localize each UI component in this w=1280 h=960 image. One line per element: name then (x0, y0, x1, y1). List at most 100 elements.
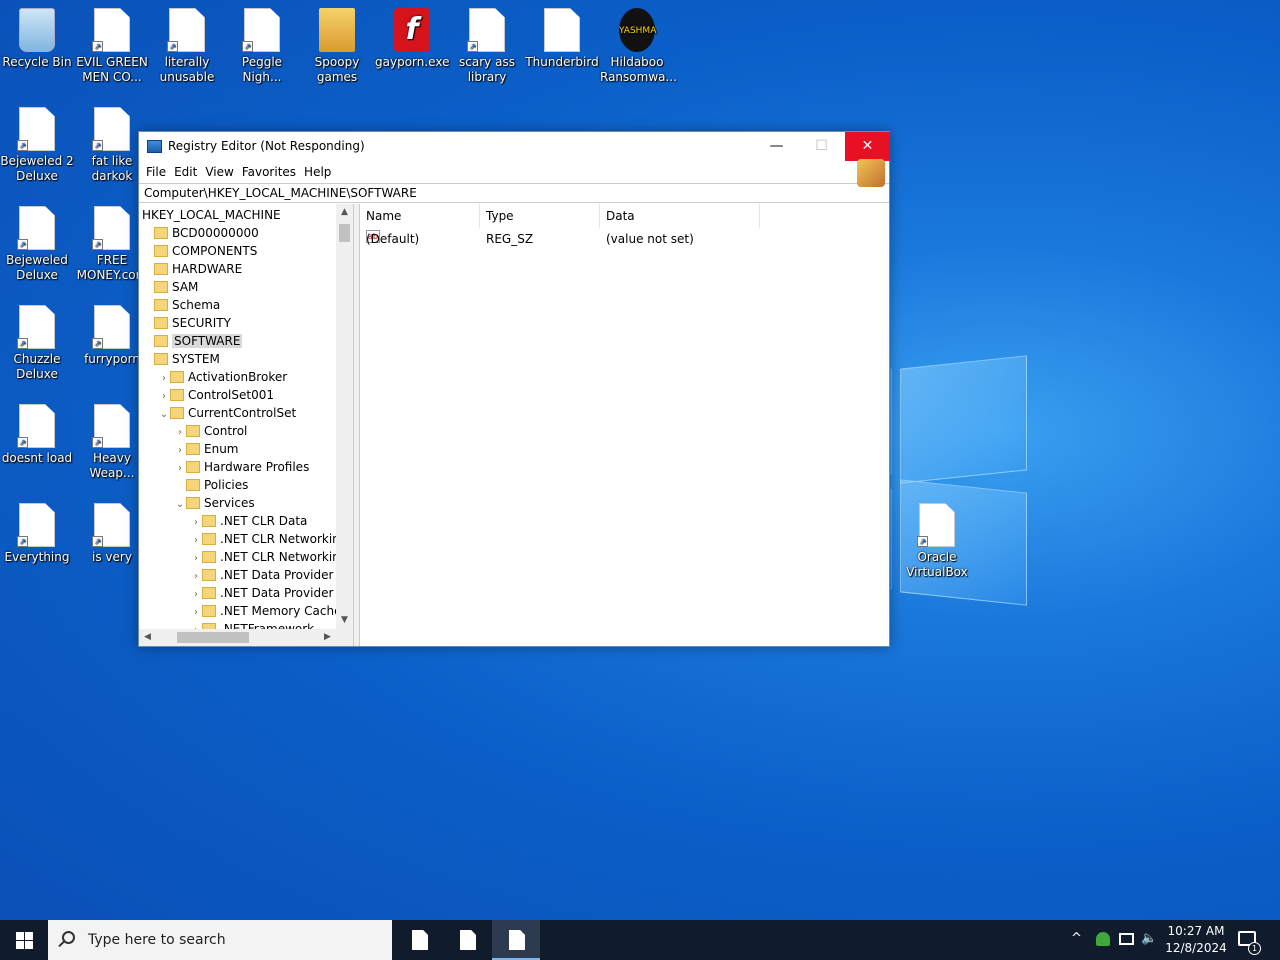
tree-node[interactable]: ⌄ Services (174, 494, 255, 512)
address-bar[interactable]: Computer\HKEY_LOCAL_MACHINE\SOFTWARE (139, 183, 889, 203)
tree-node[interactable]: HARDWARE (142, 260, 242, 278)
minimize-button[interactable]: — (754, 132, 799, 161)
desktop-icon-label: literally unusable (159, 55, 215, 84)
tree-node[interactable]: ⌄ CurrentControlSet (158, 404, 296, 422)
tree-node[interactable]: HKEY_LOCAL_MACHINE (142, 206, 281, 224)
tree-node-label: .NET Data Provider for O (220, 568, 354, 582)
title-bar[interactable]: Registry Editor (Not Responding) — ☐ ✕ (139, 132, 890, 161)
desktop-icon[interactable]: Spoopy games (300, 8, 374, 85)
folder-icon (154, 317, 168, 329)
folder-icon (154, 299, 168, 311)
tree-node[interactable]: COMPONENTS (142, 242, 257, 260)
tree-node-label: .NET CLR Networking (220, 532, 348, 546)
desktop-icon[interactable]: ↗ Chuzzle Deluxe (0, 305, 74, 382)
tree-node[interactable]: › .NET Data Provider for O (190, 566, 354, 584)
tree-node[interactable]: › .NET CLR Networking (190, 530, 347, 548)
desktop-icon[interactable]: ↗ Peggle Nigh... (225, 8, 299, 85)
tree-node[interactable]: › .NET Memory Cache 4.0 (190, 602, 353, 620)
tree-node-label: .NET CLR Networking 4.0 (220, 550, 353, 564)
desktop-icon-label: EVIL GREEN MEN CO... (76, 55, 148, 84)
tree-horizontal-scrollbar[interactable]: ◀ ▶ (139, 629, 353, 646)
tree-node[interactable]: › ControlSet001 (158, 386, 274, 404)
desktop-icon[interactable]: ↗ doesnt load (0, 404, 74, 466)
start-button[interactable] (0, 920, 48, 960)
tree-vertical-scrollbar[interactable]: ▲ ▼ (336, 204, 353, 629)
network-icon[interactable] (1119, 933, 1134, 945)
desktop-icon-label: doesnt load (1, 451, 73, 465)
maximize-button[interactable]: ☐ (799, 132, 844, 161)
tree-node[interactable]: › Enum (174, 440, 238, 458)
tree-node[interactable]: SECURITY (142, 314, 231, 332)
tree-node[interactable]: ›.NET Data Provider for Sc (190, 584, 353, 602)
menu-view[interactable]: View (204, 161, 240, 183)
folder-icon (202, 515, 216, 527)
tree-node[interactable]: › Control (174, 422, 247, 440)
user-status-icon[interactable] (1096, 932, 1110, 946)
desktop-icon[interactable]: ↗ literally unusable (150, 8, 224, 85)
windows-logo-icon (25, 941, 33, 949)
menu-file[interactable]: File (145, 161, 173, 183)
taskbar-app-document[interactable] (395, 920, 443, 960)
column-data[interactable]: Data (600, 204, 760, 228)
tree-node-label: SECURITY (172, 316, 231, 330)
column-name[interactable]: Name (360, 204, 480, 228)
tree-node[interactable]: ›.NET CLR Networking 4.0 (190, 548, 353, 566)
tree-node[interactable]: SYSTEM (142, 350, 220, 368)
tree-node-label: .NET Data Provider for Sc (220, 586, 353, 600)
tree-node[interactable]: SAM (142, 278, 198, 296)
scroll-thumb[interactable] (177, 632, 249, 643)
tree-node-label: SAM (172, 280, 199, 294)
tree-node[interactable]: Policies (174, 476, 248, 494)
desktop-icon[interactable]: ↗ Everything (0, 503, 74, 565)
scroll-left-icon[interactable]: ◀ (139, 629, 156, 646)
tree-node[interactable]: › .NET CLR Data (190, 512, 307, 530)
tree-node-label: Enum (204, 442, 239, 456)
taskbar-app-registry-editor[interactable] (492, 920, 540, 960)
tree-node-label: CurrentControlSet (188, 406, 297, 420)
expander-icon[interactable]: ⌄ (158, 406, 170, 424)
desktop-icon[interactable]: f gayporn.exe (375, 8, 449, 70)
volume-icon[interactable]: 🔈 (1141, 931, 1157, 960)
tree-node-label: Schema (172, 298, 221, 312)
values-list[interactable]: Name Type Data ab (Default) REG_SZ (value… (359, 204, 889, 646)
taskbar-app-document[interactable] (443, 920, 491, 960)
document-icon (412, 930, 428, 950)
desktop-icon[interactable]: YASHMA Hildaboo Ransomwa... (600, 8, 677, 85)
desktop-icon[interactable]: ↗ Bejeweled Deluxe (0, 206, 74, 283)
desktop-icon[interactable]: ↗ Oracle VirtualBox (900, 503, 974, 580)
scroll-down-icon[interactable]: ▼ (336, 612, 353, 629)
column-type[interactable]: Type (480, 204, 600, 228)
registry-editor-icon (147, 140, 162, 153)
menu-edit[interactable]: Edit (173, 161, 204, 183)
tree-node-label: COMPONENTS (172, 244, 258, 258)
folder-icon (154, 281, 168, 293)
shortcut-arrow-icon: ↗ (467, 41, 478, 52)
clock[interactable]: 10:27 AM 12/8/2024 (1165, 923, 1227, 957)
desktop-icon[interactable]: ↗ scary ass library (450, 8, 524, 85)
registry-editor-window[interactable]: Registry Editor (Not Responding) — ☐ ✕ F… (138, 131, 890, 647)
show-hidden-icons-icon[interactable]: ^ (1071, 931, 1082, 960)
expander-icon[interactable]: ⌄ (174, 496, 186, 514)
scroll-up-icon[interactable]: ▲ (336, 204, 353, 221)
tree-node[interactable]: SOFTWARE (142, 332, 243, 350)
desktop-icon[interactable]: Recycle Bin (0, 8, 74, 70)
menu-favorites[interactable]: Favorites (241, 161, 303, 183)
desktop-icon-label: Chuzzle Deluxe (13, 352, 61, 381)
tree-node[interactable]: › ActivationBroker (158, 368, 287, 386)
tree-node[interactable]: BCD00000000 (142, 224, 259, 242)
desktop-icon[interactable]: ↗ EVIL GREEN MEN CO... (75, 8, 149, 85)
key-tree[interactable]: HKEY_LOCAL_MACHINE BCD00000000 COMPONENTS H… (139, 204, 354, 646)
scroll-thumb[interactable] (339, 224, 350, 242)
tree-node[interactable]: › Hardware Profiles (174, 458, 309, 476)
tree-node-label: Control (204, 424, 248, 438)
desktop-icon[interactable]: Thunderbird (525, 8, 599, 70)
scroll-right-icon[interactable]: ▶ (319, 629, 336, 646)
search-box[interactable]: Type here to search (48, 920, 392, 960)
desktop-icon[interactable]: ↗ Bejeweled 2 Deluxe (0, 107, 74, 184)
folder-icon (202, 551, 216, 563)
overlay-image-icon (857, 159, 885, 187)
tree-node[interactable]: Schema (142, 296, 220, 314)
close-button[interactable]: ✕ (845, 132, 890, 161)
folder-icon (170, 371, 184, 383)
menu-help[interactable]: Help (303, 161, 338, 183)
